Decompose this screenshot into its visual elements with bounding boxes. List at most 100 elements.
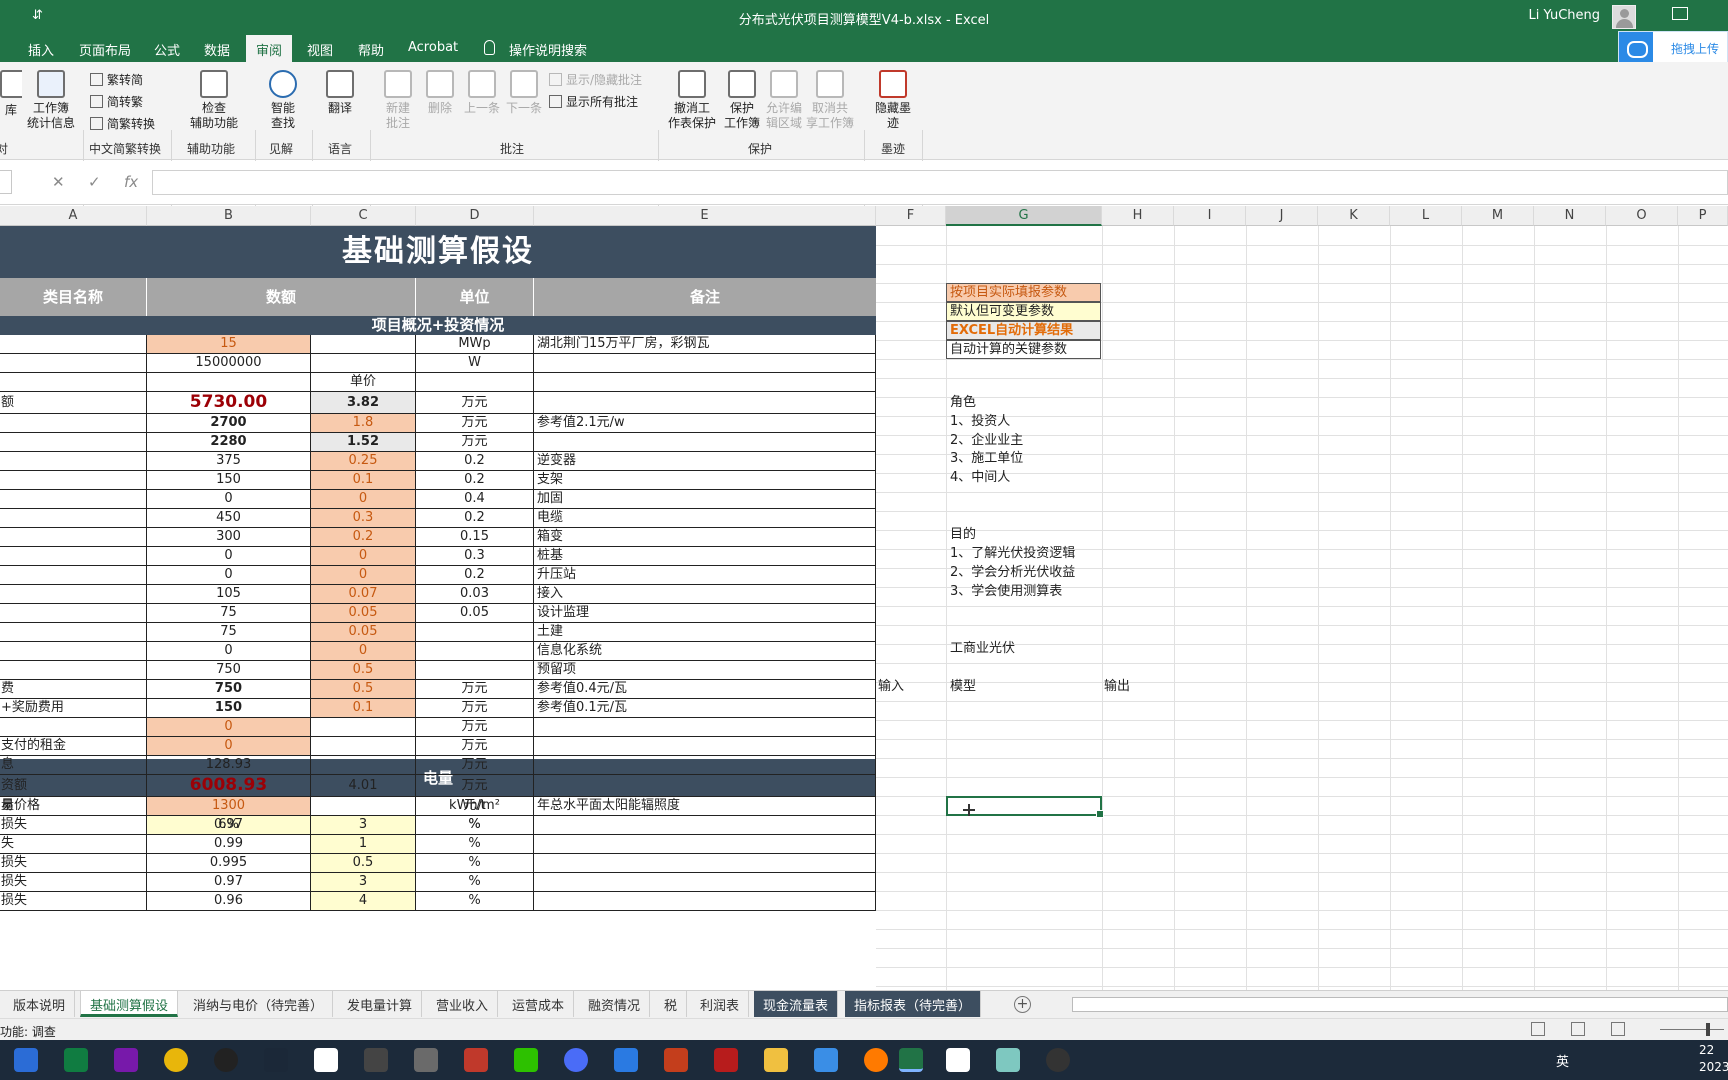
- cell-a[interactable]: 损失: [0, 854, 147, 872]
- cell-d[interactable]: 0.15: [416, 528, 534, 546]
- cell-e[interactable]: 参考值0.1元/瓦: [534, 699, 876, 717]
- cell-a[interactable]: [0, 373, 147, 391]
- cell-c[interactable]: 0: [311, 642, 416, 660]
- cell-c[interactable]: 0.05: [311, 604, 416, 622]
- column-header-h[interactable]: H: [1102, 206, 1174, 226]
- protect-workbook-button[interactable]: 保护 工作簿: [720, 70, 764, 131]
- cell-c[interactable]: 单价: [311, 373, 416, 391]
- cell-e[interactable]: 接入: [534, 585, 876, 603]
- table-row[interactable]: 2700 1.8 万元 参考值2.1元/w: [0, 414, 876, 433]
- cell-e[interactable]: [534, 737, 876, 755]
- sheet-tab-generation[interactable]: 发电量计算: [338, 991, 423, 1017]
- column-header-e[interactable]: E: [534, 206, 876, 226]
- cell-e[interactable]: [534, 816, 876, 834]
- onenote-icon[interactable]: [114, 1048, 138, 1072]
- purpose-item[interactable]: 2、学会分析光伏收益: [950, 561, 1075, 580]
- cell-c[interactable]: [311, 756, 416, 774]
- legend-user-input[interactable]: 按项目实际填报参数: [946, 283, 1101, 302]
- cell-a[interactable]: [0, 585, 147, 603]
- cell-e[interactable]: 湖北荆门15万平厂房，彩钢瓦: [534, 335, 876, 353]
- table-row[interactable]: 300 0.2 0.15 箱变: [0, 528, 876, 547]
- tab-review[interactable]: 审阅: [246, 35, 293, 62]
- notes-icon[interactable]: [996, 1048, 1020, 1072]
- purpose-item[interactable]: 3、学会使用测算表: [950, 580, 1062, 599]
- cell-d[interactable]: 万元: [416, 737, 534, 755]
- cell-a[interactable]: +奖励费用: [0, 699, 147, 717]
- ribbon-display-options-icon[interactable]: [1672, 7, 1688, 20]
- column-header-k[interactable]: K: [1318, 206, 1390, 226]
- cell-b[interactable]: 0: [147, 737, 311, 755]
- cell-b[interactable]: 0: [147, 718, 311, 736]
- workbook-stats-button[interactable]: 工作簿 统计信息: [22, 70, 80, 131]
- table-row[interactable]: 资额 6008.93 4.01 万元: [0, 775, 876, 797]
- normal-view-icon[interactable]: [1531, 1022, 1545, 1036]
- cell-b[interactable]: 0: [147, 566, 311, 584]
- table-row[interactable]: 额 5730.00 3.82 万元: [0, 392, 876, 414]
- cell-b[interactable]: 0.995: [147, 854, 311, 872]
- table-row[interactable]: 0 0 信息化系统: [0, 642, 876, 661]
- clock-app-icon[interactable]: [1046, 1048, 1070, 1072]
- steam-icon[interactable]: [264, 1048, 288, 1072]
- acrobat-icon[interactable]: [714, 1048, 738, 1072]
- sheet-tab-financing[interactable]: 融资情况: [579, 991, 651, 1017]
- allow-edit-ranges-button[interactable]: 允许编 辑区域: [762, 70, 806, 131]
- cell-a[interactable]: 费: [0, 680, 147, 698]
- cell-e[interactable]: 参考值2.1元/w: [534, 414, 876, 432]
- cell-a[interactable]: [0, 718, 147, 736]
- cell-d[interactable]: 0.2: [416, 566, 534, 584]
- header-note[interactable]: 备注: [534, 278, 876, 316]
- section-project-overview[interactable]: 项目概况+投资情况: [0, 316, 876, 335]
- table-row[interactable]: 75 0.05 土建: [0, 623, 876, 642]
- cell-e[interactable]: [534, 354, 876, 372]
- tab-formulas[interactable]: 公式: [154, 40, 180, 59]
- cell-b[interactable]: 0: [147, 547, 311, 565]
- cell-d[interactable]: 万元: [416, 756, 534, 774]
- cell-e[interactable]: 加固: [534, 490, 876, 508]
- cell-a[interactable]: [0, 354, 147, 372]
- cell-a[interactable]: [0, 335, 147, 353]
- column-header-f[interactable]: F: [876, 206, 946, 226]
- table-row[interactable]: 0 万元: [0, 718, 876, 737]
- cell-a[interactable]: 资额: [0, 775, 147, 796]
- cell-e[interactable]: [534, 854, 876, 872]
- cell-b[interactable]: 2700: [147, 414, 311, 432]
- cell-d[interactable]: 万元: [416, 392, 534, 413]
- sheet-tab-income-statement[interactable]: 利润表: [691, 991, 750, 1017]
- column-header-n[interactable]: N: [1534, 206, 1606, 226]
- new-comment-button[interactable]: 新建 批注: [378, 70, 418, 131]
- table-row[interactable]: 损失 0.97 3%: [0, 873, 876, 892]
- cell-c[interactable]: 1.8: [311, 414, 416, 432]
- cell-d[interactable]: 0.05: [416, 604, 534, 622]
- wechat-icon[interactable]: [514, 1048, 538, 1072]
- cell-b[interactable]: 300: [147, 528, 311, 546]
- cell-d[interactable]: 0.4: [416, 490, 534, 508]
- horizontal-scrollbar[interactable]: [1072, 997, 1728, 1012]
- table-row[interactable]: +奖励费用 150 0.1 万元 参考值0.1元/瓦: [0, 699, 876, 718]
- sheet-title[interactable]: 基础测算假设: [0, 226, 876, 278]
- cell-b[interactable]: 128.93: [147, 756, 311, 774]
- cell-c[interactable]: 0: [311, 547, 416, 565]
- category-label[interactable]: 工商业光伏: [950, 637, 1015, 656]
- table-row[interactable]: 105 0.07 0.03 接入: [0, 585, 876, 604]
- cell-d[interactable]: [416, 623, 534, 641]
- chrome-icon[interactable]: [164, 1048, 188, 1072]
- cell-c[interactable]: 0.25: [311, 452, 416, 470]
- model-label[interactable]: 模型: [950, 675, 976, 694]
- cell-e[interactable]: [534, 373, 876, 391]
- cell-d[interactable]: 0.2: [416, 452, 534, 470]
- cell-d[interactable]: 0.2: [416, 509, 534, 527]
- cell-a[interactable]: [0, 528, 147, 546]
- table-row[interactable]: 15 MWp 湖北荆门15万平厂房，彩钢瓦: [0, 335, 876, 354]
- sheet-tab-basic-assumptions[interactable]: 基础测算假设: [80, 991, 179, 1017]
- table-row[interactable]: 单价: [0, 373, 876, 392]
- cell-b[interactable]: 5730.00: [147, 392, 311, 413]
- cell-e[interactable]: [534, 433, 876, 451]
- cell-b[interactable]: 0: [147, 490, 311, 508]
- zoom-slider[interactable]: [1660, 1029, 1724, 1030]
- tab-acrobat[interactable]: Acrobat: [408, 40, 458, 55]
- cell-a[interactable]: 失: [0, 835, 147, 853]
- table-row[interactable]: 750 0.5 预留项: [0, 661, 876, 680]
- sheet-tab-operating-cost[interactable]: 运营成本: [503, 991, 575, 1017]
- cell-d[interactable]: MWp: [416, 335, 534, 353]
- table-row[interactable]: 损失 0.97 3%: [0, 816, 876, 835]
